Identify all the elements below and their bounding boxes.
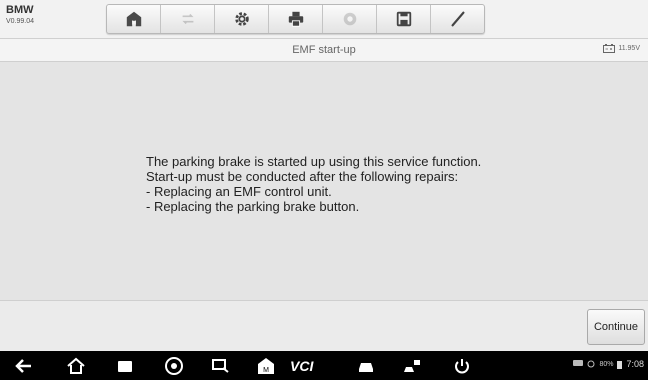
print-icon: [288, 11, 303, 27]
service-message: The parking brake is started up using th…: [146, 154, 481, 214]
remote-button[interactable]: [211, 351, 231, 380]
toolbar-home-button[interactable]: M: [107, 5, 161, 33]
system-nav-bar: M VCI 80% 7:08: [0, 351, 648, 380]
title-bar: EMF start-up 11.95V: [0, 39, 648, 62]
toolbar-vehicle-swap-button[interactable]: [161, 5, 215, 33]
maxi-home-button[interactable]: M: [256, 351, 276, 380]
pen-icon: [450, 11, 465, 27]
status-area: 80% 7:08: [573, 359, 644, 369]
home-icon: M: [126, 11, 141, 26]
home-icon: [67, 357, 85, 374]
battery-voltage: 11.95V: [618, 45, 640, 52]
power-button[interactable]: [452, 351, 472, 380]
chrome-button[interactable]: [164, 351, 184, 380]
brand-name: BMW: [6, 4, 34, 16]
car-battery-icon: [603, 44, 616, 53]
recent-apps-button[interactable]: [115, 351, 135, 380]
vci-icon: VCI: [290, 357, 314, 374]
content-area: The parking brake is started up using th…: [0, 62, 648, 300]
maxi-home-icon: M: [258, 357, 274, 374]
brand-block: BMW V0.99.04: [6, 4, 35, 26]
recent-apps-icon: [118, 360, 132, 372]
sync-icon: [587, 360, 595, 368]
message-line: - Replacing an EMF control unit.: [146, 184, 332, 199]
toolbar-print-button[interactable]: [269, 5, 323, 33]
message-line: - Replacing the parking brake button.: [146, 199, 360, 214]
save-icon: [396, 11, 411, 27]
message-line: Start-up must be conducted after the fol…: [146, 169, 459, 184]
software-version: V0.99.04: [6, 18, 35, 25]
toolbar-help-button[interactable]: [323, 5, 377, 33]
toolbar-save-button[interactable]: [377, 5, 431, 33]
back-button[interactable]: [14, 351, 34, 380]
svg-text:M: M: [263, 367, 269, 374]
shop-icon: [404, 359, 420, 372]
vehicle-icon: [359, 362, 373, 372]
chrome-icon: [165, 356, 183, 375]
chat-icon: [573, 360, 584, 366]
vehicle-button[interactable]: [356, 351, 376, 380]
action-bar: Continue: [0, 300, 648, 351]
clock: 7:08: [626, 359, 644, 369]
vehicle-swap-icon: [181, 13, 194, 25]
nav-home-button[interactable]: [66, 351, 86, 380]
power-icon: [455, 358, 469, 373]
shop-button[interactable]: [402, 351, 422, 380]
back-icon: [15, 358, 31, 373]
page-title: EMF start-up: [292, 44, 356, 56]
battery-percent: 80%: [599, 360, 614, 368]
battery-icon: [617, 360, 623, 369]
help-icon: [343, 12, 356, 26]
message-line: The parking brake is started up using th…: [146, 154, 482, 169]
settings-icon: [234, 12, 249, 26]
toolbar: M: [106, 4, 485, 34]
top-toolbar-bar: BMW V0.99.04 M: [0, 0, 648, 39]
toolbar-pen-button[interactable]: [431, 5, 484, 33]
vci-button[interactable]: VCI: [290, 351, 313, 380]
svg-text:M: M: [131, 20, 136, 26]
toolbar-settings-button[interactable]: [215, 5, 269, 33]
remote-icon: [212, 358, 229, 373]
vehicle-battery-indicator: 11.95V: [603, 44, 640, 53]
continue-button[interactable]: Continue: [587, 309, 645, 345]
